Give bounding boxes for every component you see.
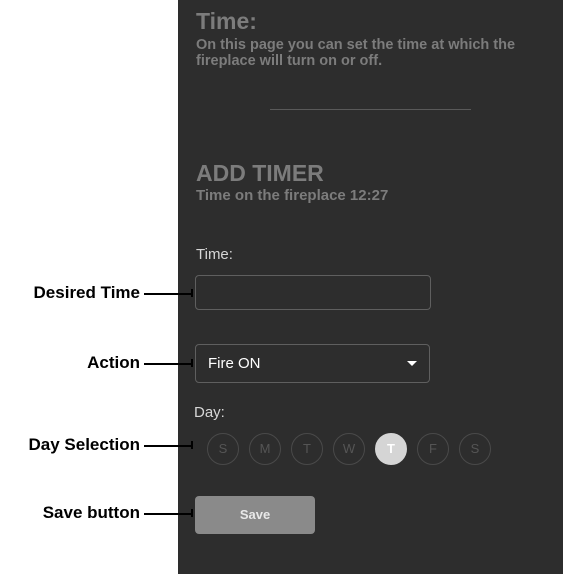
page-title: Time: [196, 8, 257, 34]
callout-desired-time: Desired Time [33, 283, 140, 302]
callout-tip-action [191, 359, 193, 367]
day-label: Day: [194, 404, 225, 421]
day-button-saturday[interactable]: S [459, 433, 491, 465]
callout-tip-desired-time [191, 289, 193, 297]
time-label: Time: [196, 246, 233, 263]
callout-line-desired-time [144, 293, 191, 295]
fireplace-time-readout: Time on the fireplace 12:27 [196, 187, 389, 204]
time-input[interactable] [195, 275, 431, 310]
callout-tip-save-button [191, 509, 193, 517]
caret-down-icon [407, 361, 417, 366]
callout-line-save-button [144, 513, 191, 515]
page-description: On this page you can set the time at whi… [196, 37, 516, 69]
save-button[interactable]: Save [195, 496, 315, 534]
callout-tip-day-selection [191, 441, 193, 449]
callout-action: Action [87, 353, 140, 372]
day-button-tuesday[interactable]: T [291, 433, 323, 465]
day-button-thursday[interactable]: T [375, 433, 407, 465]
day-button-friday[interactable]: F [417, 433, 449, 465]
add-timer-title: ADD TIMER [196, 160, 324, 186]
divider [270, 109, 471, 110]
callout-save-button: Save button [42, 503, 140, 522]
callout-line-action [144, 363, 191, 365]
day-button-monday[interactable]: M [249, 433, 281, 465]
action-select-value: Fire ON [208, 355, 261, 372]
day-button-wednesday[interactable]: W [333, 433, 365, 465]
callout-line-day-selection [144, 445, 191, 447]
callout-day-selection: Day Selection [28, 435, 141, 454]
action-select[interactable]: Fire ON [195, 344, 430, 383]
day-button-sunday[interactable]: S [207, 433, 239, 465]
